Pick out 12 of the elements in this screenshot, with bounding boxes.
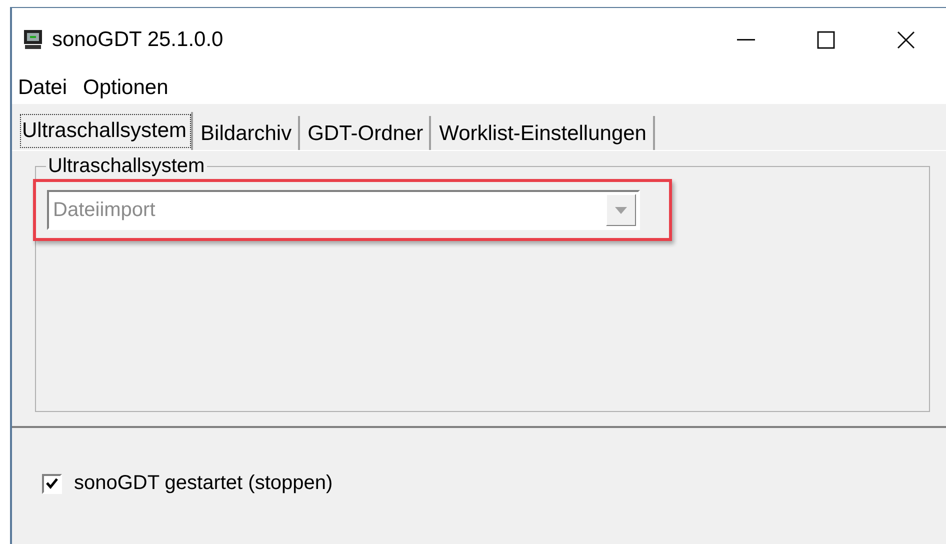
tab[interactable]: Ultraschallsystem xyxy=(18,112,193,150)
group-title: Ultraschallsystem xyxy=(46,155,207,178)
minimize-icon xyxy=(737,39,755,41)
window-title: sonoGDT 25.1.0.0 xyxy=(52,28,224,52)
checkbox[interactable] xyxy=(42,474,62,494)
checkbox-label: sonoGDT gestartet (stoppen) xyxy=(74,472,333,495)
maximize-icon xyxy=(817,31,835,49)
menu-item[interactable]: Datei xyxy=(18,76,68,100)
menu-item[interactable]: Optionen xyxy=(83,76,168,100)
computer-icon xyxy=(22,29,44,51)
checkmark-icon xyxy=(46,478,58,489)
close-icon xyxy=(897,31,915,49)
